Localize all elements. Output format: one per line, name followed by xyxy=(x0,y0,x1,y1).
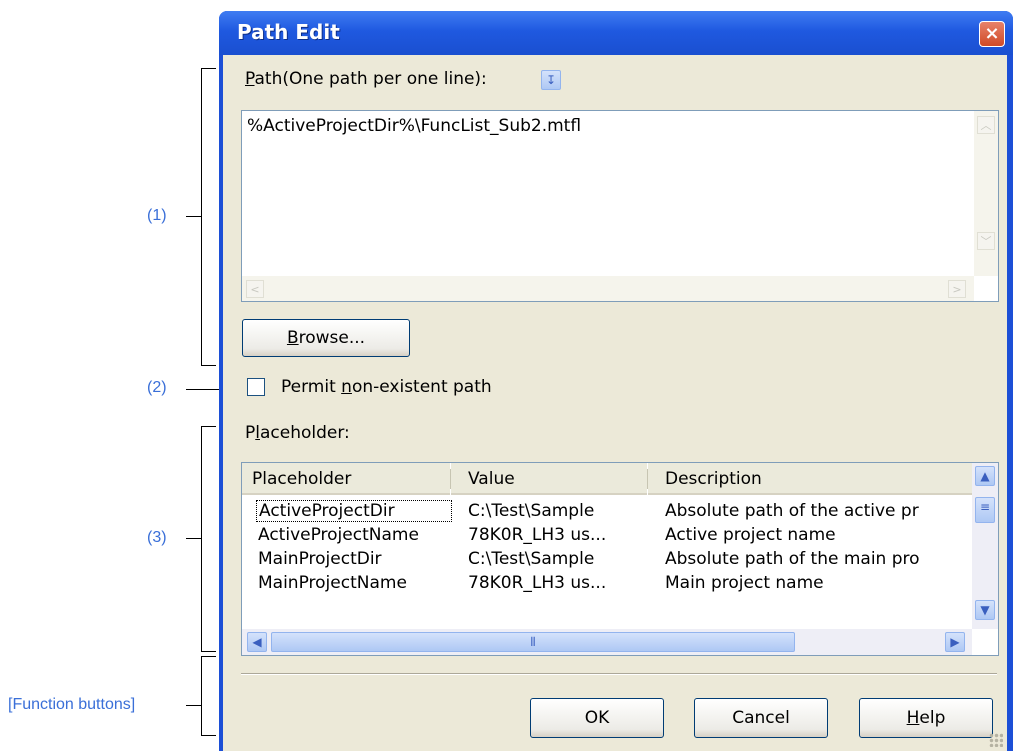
separator xyxy=(241,673,997,675)
annotation-1: (1) xyxy=(147,207,167,224)
dialog-client: Path(One path per one line): ↧ %ActivePr… xyxy=(223,55,1007,751)
path-hscrollbar[interactable]: < > xyxy=(242,276,974,301)
arrow-down-icon: ↧ xyxy=(545,73,557,87)
close-icon: × xyxy=(984,23,1000,44)
path-textbox[interactable]: %ActiveProjectDir%\FuncList_Sub2.mtfl ︿ … xyxy=(241,110,999,302)
annotation-3: (3) xyxy=(147,529,167,546)
row-placeholder: ActiveProjectName xyxy=(258,525,419,545)
scroll-thumb[interactable]: ≡ xyxy=(975,497,995,523)
path-label: Path(One path per one line): xyxy=(245,69,487,89)
row-placeholder: ActiveProjectDir xyxy=(256,500,452,522)
annotation-function-buttons: [Function buttons] xyxy=(8,696,136,713)
column-header-value[interactable]: Value xyxy=(451,463,647,495)
scroll-down-button[interactable]: ▼ xyxy=(975,600,995,620)
table-row[interactable]: ActiveProjectName 78K0R_LH3 us... Active… xyxy=(242,523,972,547)
anno-line-3 xyxy=(186,538,201,539)
path-edit-dialog: Path Edit × Path(One path per one line):… xyxy=(219,11,1013,751)
dialog-title: Path Edit xyxy=(237,20,340,44)
permit-nonexistent-checkbox[interactable] xyxy=(247,378,265,396)
table-row[interactable]: MainProjectDir C:\Test\Sample Absolute p… xyxy=(242,547,972,571)
anno-line-1 xyxy=(186,216,201,217)
scroll-up-button[interactable]: ▲ xyxy=(975,466,995,486)
title-bar[interactable]: Path Edit × xyxy=(219,11,1013,55)
row-description: Absolute path of the active pr xyxy=(665,501,919,521)
row-description: Active project name xyxy=(665,525,836,545)
close-button[interactable]: × xyxy=(979,21,1005,47)
bracket-3 xyxy=(201,426,216,652)
resize-grip-icon[interactable] xyxy=(989,733,1003,747)
scroll-thumb[interactable]: ⦀ xyxy=(271,632,795,652)
scroll-left-button[interactable]: ◀ xyxy=(247,632,267,652)
bracket-4 xyxy=(201,656,216,736)
list-vscrollbar[interactable]: ▲ ≡ ▼ xyxy=(972,463,998,629)
row-placeholder: MainProjectDir xyxy=(258,549,382,569)
row-placeholder: MainProjectName xyxy=(258,573,407,593)
path-vscrollbar[interactable]: ︿ ﹀ xyxy=(974,111,998,276)
scroll-down-button[interactable]: ﹀ xyxy=(977,232,995,250)
table-row[interactable]: ActiveProjectDir C:\Test\Sample Absolute… xyxy=(242,499,972,523)
placeholder-label: Placeholder: xyxy=(245,423,350,443)
permit-nonexistent-label[interactable]: Permit non-existent path xyxy=(281,377,492,397)
row-value: C:\Test\Sample xyxy=(468,501,595,521)
annotation-2: (2) xyxy=(147,379,167,396)
row-value: C:\Test\Sample xyxy=(468,549,595,569)
row-value: 78K0R_LH3 us... xyxy=(468,573,607,593)
row-description: Absolute path of the main pro xyxy=(665,549,920,569)
row-description: Main project name xyxy=(665,573,824,593)
placeholder-list[interactable]: Placeholder Value Description ActiveProj… xyxy=(241,462,999,656)
table-row[interactable]: MainProjectName 78K0R_LH3 us... Main pro… xyxy=(242,571,972,595)
scroll-up-button[interactable]: ︿ xyxy=(977,116,995,134)
bracket-1 xyxy=(201,68,216,366)
insert-placeholder-button[interactable]: ↧ xyxy=(541,70,561,90)
column-header-description[interactable]: Description xyxy=(648,463,972,495)
ok-button[interactable]: OK xyxy=(530,698,664,738)
anno-line-4 xyxy=(186,705,201,706)
browse-button[interactable]: Browse... xyxy=(242,319,410,357)
scroll-left-button[interactable]: < xyxy=(246,280,264,298)
list-hscrollbar[interactable]: ◀ ⦀ ▶ xyxy=(242,629,972,655)
help-button[interactable]: Help xyxy=(859,698,993,738)
cancel-button[interactable]: Cancel xyxy=(694,698,828,738)
scroll-right-button[interactable]: ▶ xyxy=(945,632,965,652)
scroll-right-button[interactable]: > xyxy=(948,280,966,298)
column-header-placeholder[interactable]: Placeholder xyxy=(242,463,450,495)
path-text: %ActiveProjectDir%\FuncList_Sub2.mtfl xyxy=(247,116,582,136)
row-value: 78K0R_LH3 us... xyxy=(468,525,607,545)
